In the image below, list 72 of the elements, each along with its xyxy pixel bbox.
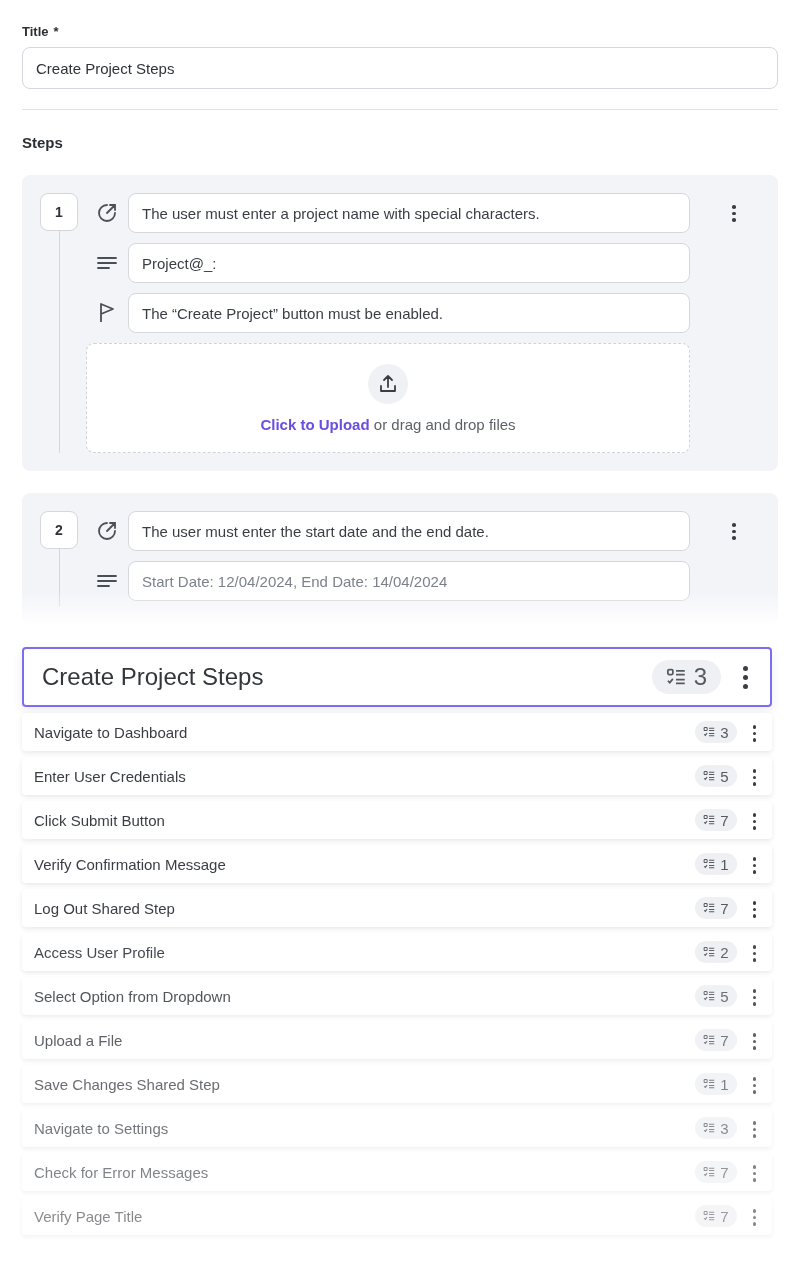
checklist-icon bbox=[703, 946, 716, 958]
shared-step-item[interactable]: Navigate to Dashboard 3 bbox=[22, 713, 772, 751]
shared-step-item[interactable]: Log Out Shared Step 7 bbox=[22, 889, 772, 927]
required-mark: * bbox=[53, 24, 59, 39]
dragged-shared-step[interactable]: Create Project Steps 3 bbox=[22, 647, 772, 707]
checklist-icon bbox=[703, 1122, 716, 1134]
step-count-badge: 2 bbox=[695, 941, 737, 963]
step-number: 1 bbox=[40, 193, 78, 231]
arrow-circle-icon bbox=[96, 202, 118, 224]
upload-dropzone[interactable]: Click to Upload or drag and drop files bbox=[86, 343, 690, 453]
action-field[interactable]: The user must enter the start date and the end date. bbox=[128, 511, 690, 551]
shared-step-title: Click Submit Button bbox=[34, 811, 166, 829]
shared-step-title: Access User Profile bbox=[34, 943, 166, 961]
step-count-badge: 5 bbox=[695, 765, 737, 787]
action-field[interactable]: The user must enter a project name with special characters. bbox=[128, 193, 690, 233]
step-count-badge: 3 bbox=[695, 721, 737, 743]
checklist-icon bbox=[703, 726, 716, 738]
arrow-circle-icon bbox=[96, 520, 118, 542]
shared-step-title: Enter User Credentials bbox=[34, 767, 187, 785]
shared-step-title: Verify Page Title bbox=[34, 1207, 144, 1225]
checklist-icon bbox=[703, 1210, 716, 1222]
dragged-step-title: Create Project Steps bbox=[42, 663, 265, 691]
shared-step-item[interactable]: Verify Confirmation Message 1 bbox=[22, 845, 772, 883]
step-number: 2 bbox=[40, 511, 78, 549]
upload-instructions: Click to Upload or drag and drop files bbox=[260, 415, 516, 433]
data-field[interactable]: Project@_: bbox=[128, 243, 690, 283]
shared-step-title: Log Out Shared Step bbox=[34, 899, 176, 917]
shared-step-item[interactable]: Enter User Credentials 5 bbox=[22, 757, 772, 795]
step-count-badge: 7 bbox=[695, 1161, 737, 1183]
shared-step-item[interactable]: Verify Page Title 7 bbox=[22, 1197, 772, 1235]
flag-icon bbox=[99, 303, 115, 323]
step-count-badge: 7 bbox=[695, 1205, 737, 1227]
text-lines-icon bbox=[97, 574, 117, 588]
checklist-icon bbox=[703, 1078, 716, 1090]
step-count-badge: 3 bbox=[695, 1117, 737, 1139]
shared-step-item[interactable]: Click Submit Button 7 bbox=[22, 801, 772, 839]
step-count-badge: 5 bbox=[695, 985, 737, 1007]
checklist-icon bbox=[703, 858, 716, 870]
shared-step-item[interactable]: Save Changes Shared Step 1 bbox=[22, 1065, 772, 1103]
checklist-icon bbox=[703, 1166, 716, 1178]
shared-step-title: Save Changes Shared Step bbox=[34, 1075, 221, 1093]
shared-step-item[interactable]: Access User Profile 2 bbox=[22, 933, 772, 971]
upload-icon bbox=[378, 373, 398, 394]
checklist-icon bbox=[703, 770, 716, 782]
shared-step-title: Verify Confirmation Message bbox=[34, 855, 227, 873]
checklist-icon bbox=[703, 1034, 716, 1046]
checklist-icon bbox=[703, 814, 716, 826]
title-label: Title bbox=[22, 24, 49, 39]
shared-step-item[interactable]: Upload a File 7 bbox=[22, 1021, 772, 1059]
checklist-icon bbox=[665, 667, 686, 687]
shared-step-title: Select Option from Dropdown bbox=[34, 987, 232, 1005]
step-count-badge: 7 bbox=[695, 809, 737, 831]
data-field[interactable]: Start Date: 12/04/2024, End Date: 14/04/2024 bbox=[128, 561, 690, 601]
shared-step-title: Navigate to Dashboard bbox=[34, 723, 189, 741]
step-count-badge: 1 bbox=[695, 1073, 737, 1095]
upload-link[interactable]: Click to Upload bbox=[260, 415, 370, 433]
checklist-icon bbox=[703, 990, 716, 1002]
title-field[interactable]: Create Project Steps bbox=[22, 47, 778, 89]
steps-heading: Steps bbox=[22, 134, 64, 151]
step-count-badge: 1 bbox=[695, 853, 737, 875]
shared-step-title: Check for Error Messages bbox=[34, 1163, 210, 1181]
shared-step-title: Upload a File bbox=[34, 1031, 124, 1049]
step-count-badge: 7 bbox=[695, 897, 737, 919]
expected-result-field[interactable]: The “Create Project” button must be enabled. bbox=[128, 293, 690, 333]
shared-step-item[interactable]: Navigate to Settings 3 bbox=[22, 1109, 772, 1147]
step-count-badge: 7 bbox=[695, 1029, 737, 1051]
shared-step-title: Navigate to Settings bbox=[34, 1119, 170, 1137]
checklist-icon bbox=[703, 902, 716, 914]
text-lines-icon bbox=[97, 256, 117, 270]
shared-step-item[interactable]: Check for Error Messages 7 bbox=[22, 1153, 772, 1191]
shared-step-item[interactable]: Select Option from Dropdown 5 bbox=[22, 977, 772, 1015]
step-count-badge: 3 bbox=[651, 660, 721, 694]
